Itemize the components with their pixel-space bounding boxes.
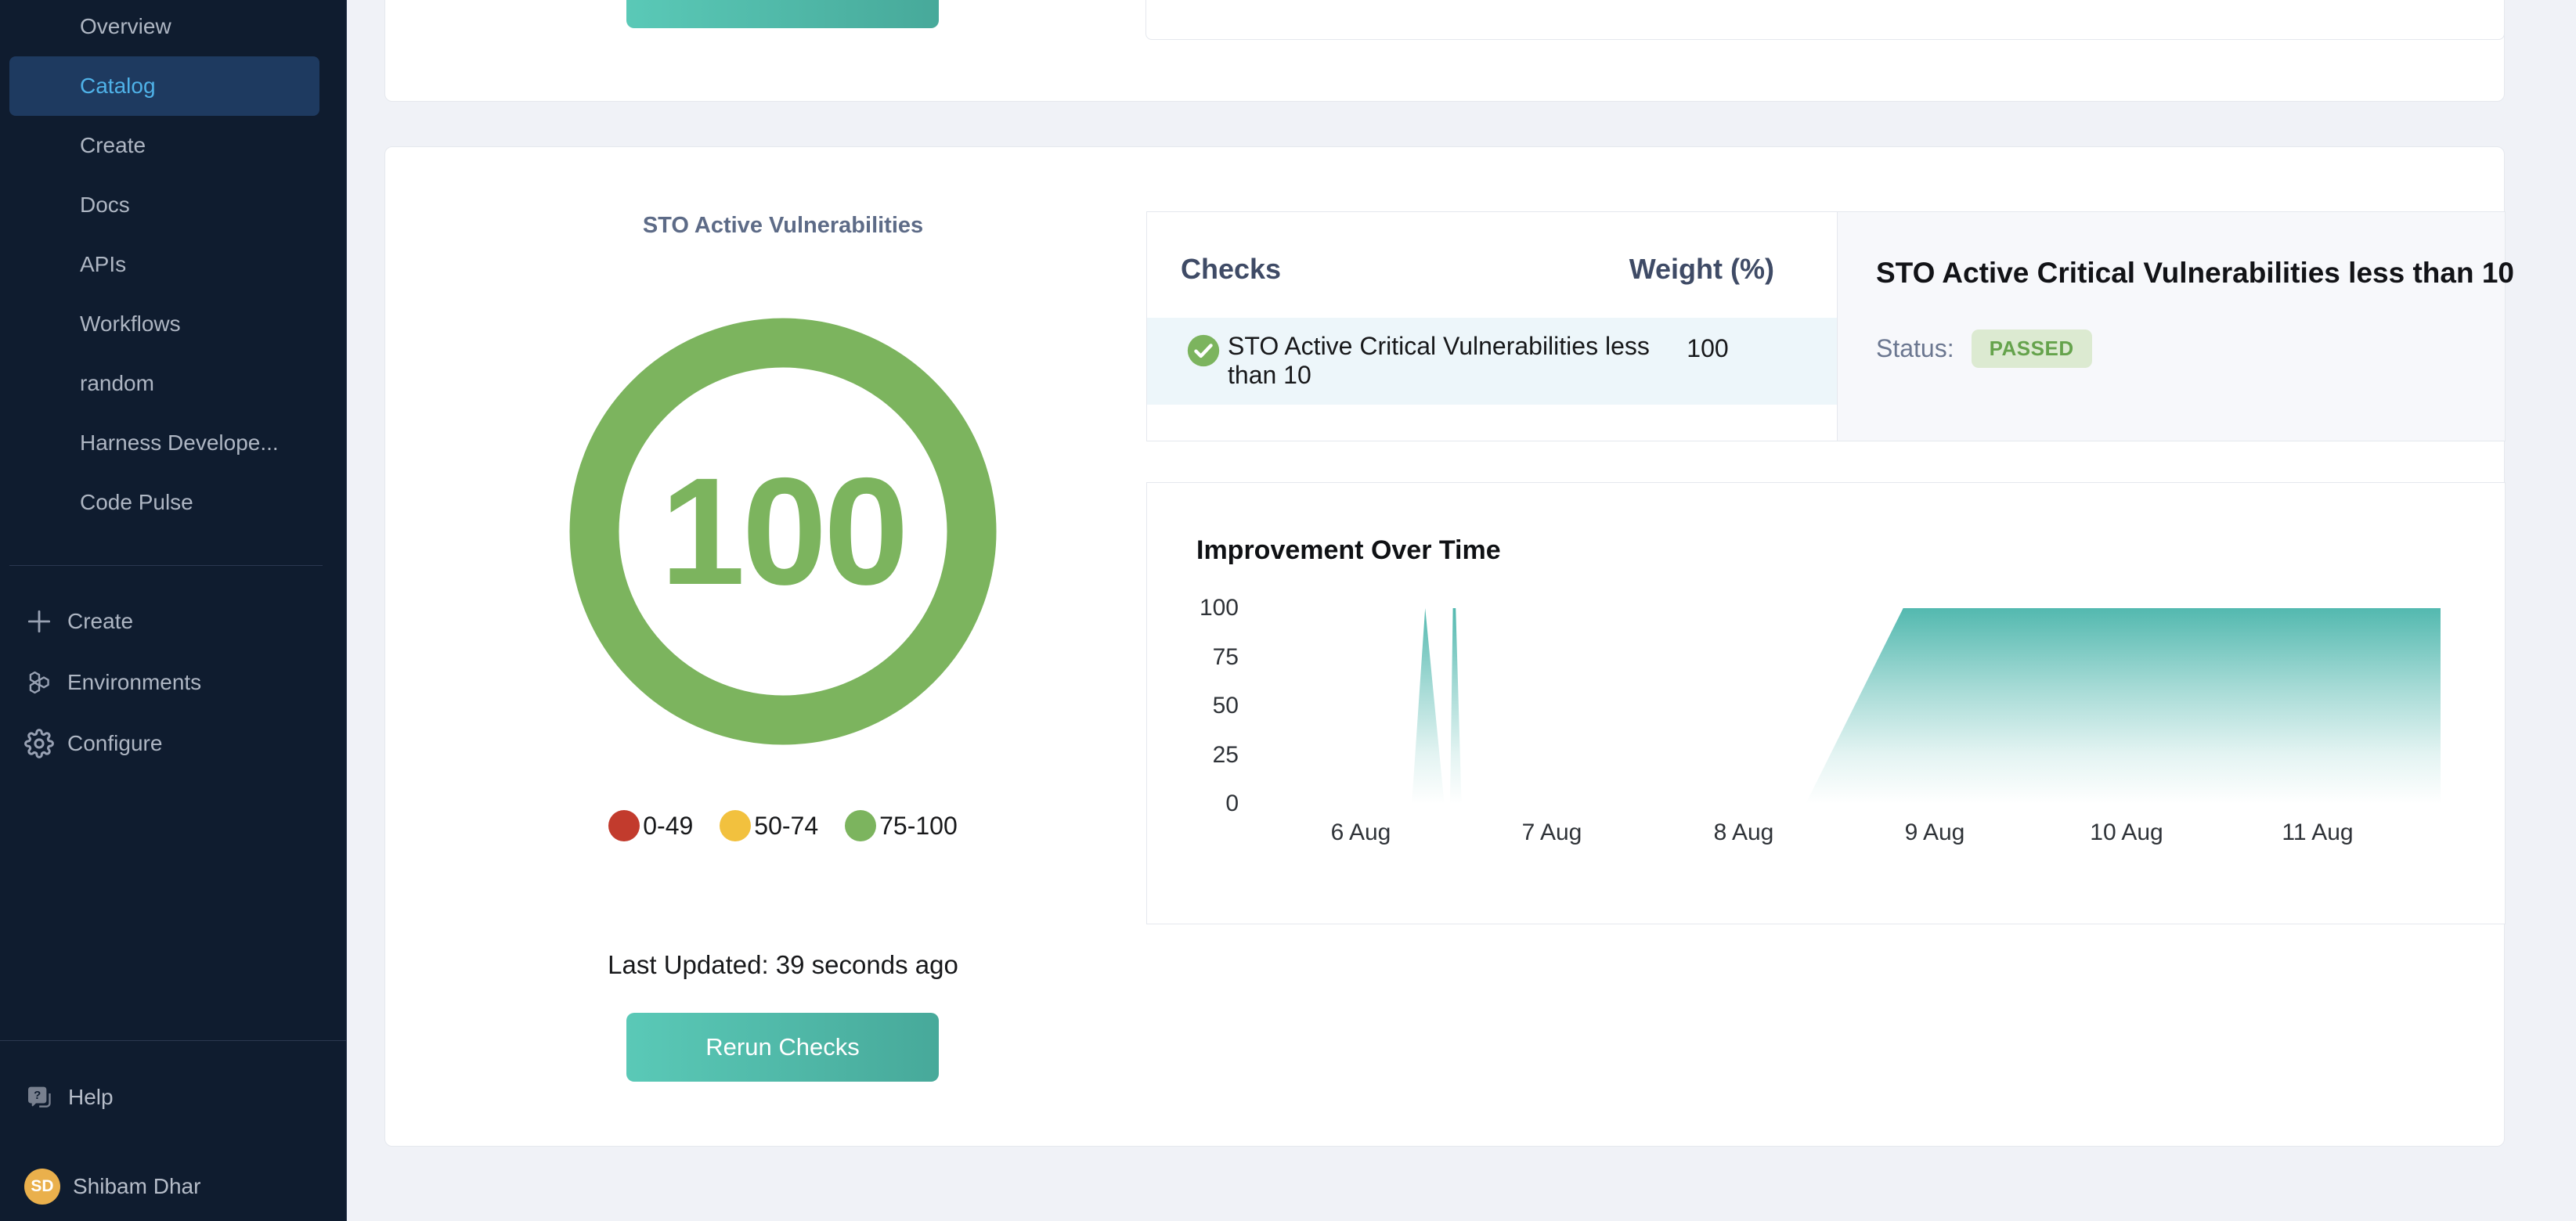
status-badge: PASSED bbox=[1972, 330, 2092, 368]
legend-dot-yellow bbox=[720, 810, 751, 841]
sidebar-divider bbox=[9, 565, 323, 566]
sidebar-action-label: Configure bbox=[67, 731, 162, 756]
status-label: Status: bbox=[1876, 334, 1954, 363]
help-chat-icon: ? bbox=[24, 1082, 56, 1113]
x-axis-tick: 9 Aug bbox=[1872, 819, 1997, 846]
sidebar-item-label: Code Pulse bbox=[80, 490, 193, 515]
x-axis-tick: 6 Aug bbox=[1298, 819, 1423, 846]
hexagons-icon bbox=[24, 668, 54, 697]
check-weight-value: 100 bbox=[1640, 334, 1776, 363]
checks-table-header: Checks Weight (%) bbox=[1147, 212, 1837, 316]
sidebar-item-harness-developer[interactable]: Harness Develope... bbox=[9, 413, 319, 473]
sidebar: Overview Catalog Create Docs APIs Workfl… bbox=[0, 0, 347, 1221]
improvement-chart-panel: Improvement Over Time 100 75 50 25 bbox=[1146, 482, 2506, 924]
area-series-sliver bbox=[1450, 608, 1462, 804]
main-content: STO Active Vulnerabilities 100 0-49 50-7… bbox=[347, 0, 2576, 1221]
x-axis-tick: 8 Aug bbox=[1681, 819, 1806, 846]
checks-panel: Checks Weight (%) STO Active Critical Vu… bbox=[1146, 211, 1838, 441]
sidebar-item-label: APIs bbox=[80, 252, 126, 277]
check-table-row[interactable]: STO Active Critical Vulnerabilities less… bbox=[1147, 318, 1837, 405]
check-passed-icon bbox=[1186, 333, 1221, 368]
sidebar-nav: Overview Catalog Create Docs APIs Workfl… bbox=[0, 0, 346, 532]
check-name: STO Active Critical Vulnerabilities less… bbox=[1228, 332, 1682, 390]
y-axis-tick: 75 bbox=[1147, 643, 1239, 672]
sidebar-action-configure[interactable]: Configure bbox=[0, 713, 346, 774]
avatar: SD bbox=[24, 1169, 60, 1205]
y-axis-tick: 100 bbox=[1147, 594, 1239, 622]
y-axis-tick: 25 bbox=[1147, 741, 1239, 769]
area-series-spike bbox=[1412, 608, 1445, 804]
y-axis-tick: 50 bbox=[1147, 692, 1239, 720]
sidebar-help[interactable]: ? Help bbox=[0, 1068, 346, 1127]
previous-scorecard-card bbox=[384, 0, 2505, 102]
svg-text:?: ? bbox=[34, 1089, 41, 1102]
sidebar-item-label: random bbox=[80, 371, 154, 396]
sidebar-item-docs[interactable]: Docs bbox=[9, 175, 319, 235]
sidebar-item-random[interactable]: random bbox=[9, 354, 319, 413]
legend-dot-red bbox=[608, 810, 640, 841]
app-root: Overview Catalog Create Docs APIs Workfl… bbox=[0, 0, 2576, 1221]
legend-dot-green bbox=[845, 810, 876, 841]
previous-panel-fragment bbox=[1145, 0, 2505, 40]
sidebar-item-workflows[interactable]: Workflows bbox=[9, 294, 319, 354]
rerun-checks-button[interactable]: Rerun Checks bbox=[626, 1013, 939, 1082]
help-label: Help bbox=[68, 1085, 114, 1110]
sidebar-action-label: Create bbox=[67, 609, 133, 634]
sidebar-item-label: Overview bbox=[80, 14, 171, 39]
sidebar-item-label: Catalog bbox=[80, 74, 156, 99]
score-value: 100 bbox=[569, 318, 997, 745]
plus-icon bbox=[24, 607, 54, 636]
checks-column-header: Checks bbox=[1181, 253, 1629, 286]
legend-item-low: 0-49 bbox=[608, 810, 693, 841]
sidebar-item-create[interactable]: Create bbox=[9, 116, 319, 175]
weight-column-header: Weight (%) bbox=[1629, 253, 1774, 286]
area-series-trend bbox=[1806, 608, 2441, 804]
user-name: Shibam Dhar bbox=[73, 1174, 200, 1199]
sidebar-action-environments[interactable]: Environments bbox=[0, 652, 346, 713]
legend-label: 50-74 bbox=[754, 812, 818, 841]
improvement-chart-svg bbox=[1147, 483, 2506, 925]
scorecard-card: STO Active Vulnerabilities 100 0-49 50-7… bbox=[384, 146, 2505, 1147]
status-row: Status: PASSED bbox=[1876, 330, 2092, 366]
legend-label: 0-49 bbox=[643, 812, 693, 841]
sidebar-item-code-pulse[interactable]: Code Pulse bbox=[9, 473, 319, 532]
sidebar-item-label: Workflows bbox=[80, 312, 181, 337]
x-axis-tick: 7 Aug bbox=[1489, 819, 1615, 846]
sidebar-item-overview[interactable]: Overview bbox=[9, 0, 319, 56]
x-axis-tick: 10 Aug bbox=[2064, 819, 2189, 846]
scorecard-title: STO Active Vulnerabilities bbox=[385, 213, 1181, 239]
sidebar-item-apis[interactable]: APIs bbox=[9, 235, 319, 294]
y-axis-tick: 0 bbox=[1147, 790, 1239, 818]
check-status-panel: STO Active Critical Vulnerabilities less… bbox=[1837, 211, 2506, 441]
sidebar-user[interactable]: SD Shibam Dhar bbox=[0, 1166, 346, 1207]
check-status-heading: STO Active Critical Vulnerabilities less… bbox=[1838, 212, 2505, 290]
sidebar-divider bbox=[0, 1040, 346, 1041]
sidebar-action-label: Environments bbox=[67, 670, 201, 695]
last-updated-text: Last Updated: 39 seconds ago bbox=[385, 950, 1181, 980]
legend-label: 75-100 bbox=[879, 812, 958, 841]
gear-icon bbox=[24, 729, 54, 758]
legend-item-high: 75-100 bbox=[845, 810, 958, 841]
sidebar-action-create[interactable]: Create bbox=[0, 591, 346, 652]
sidebar-item-label: Create bbox=[80, 133, 146, 158]
sidebar-actions: Create Environments bbox=[0, 591, 346, 774]
sidebar-item-catalog[interactable]: Catalog bbox=[9, 56, 319, 116]
score-legend: 0-49 50-74 75-100 bbox=[385, 810, 1181, 841]
previous-rerun-button-fragment[interactable] bbox=[626, 0, 939, 28]
x-axis-tick: 11 Aug bbox=[2255, 819, 2380, 846]
sidebar-item-label: Docs bbox=[80, 193, 130, 218]
sidebar-item-label: Harness Develope... bbox=[80, 430, 279, 456]
legend-item-medium: 50-74 bbox=[720, 810, 818, 841]
